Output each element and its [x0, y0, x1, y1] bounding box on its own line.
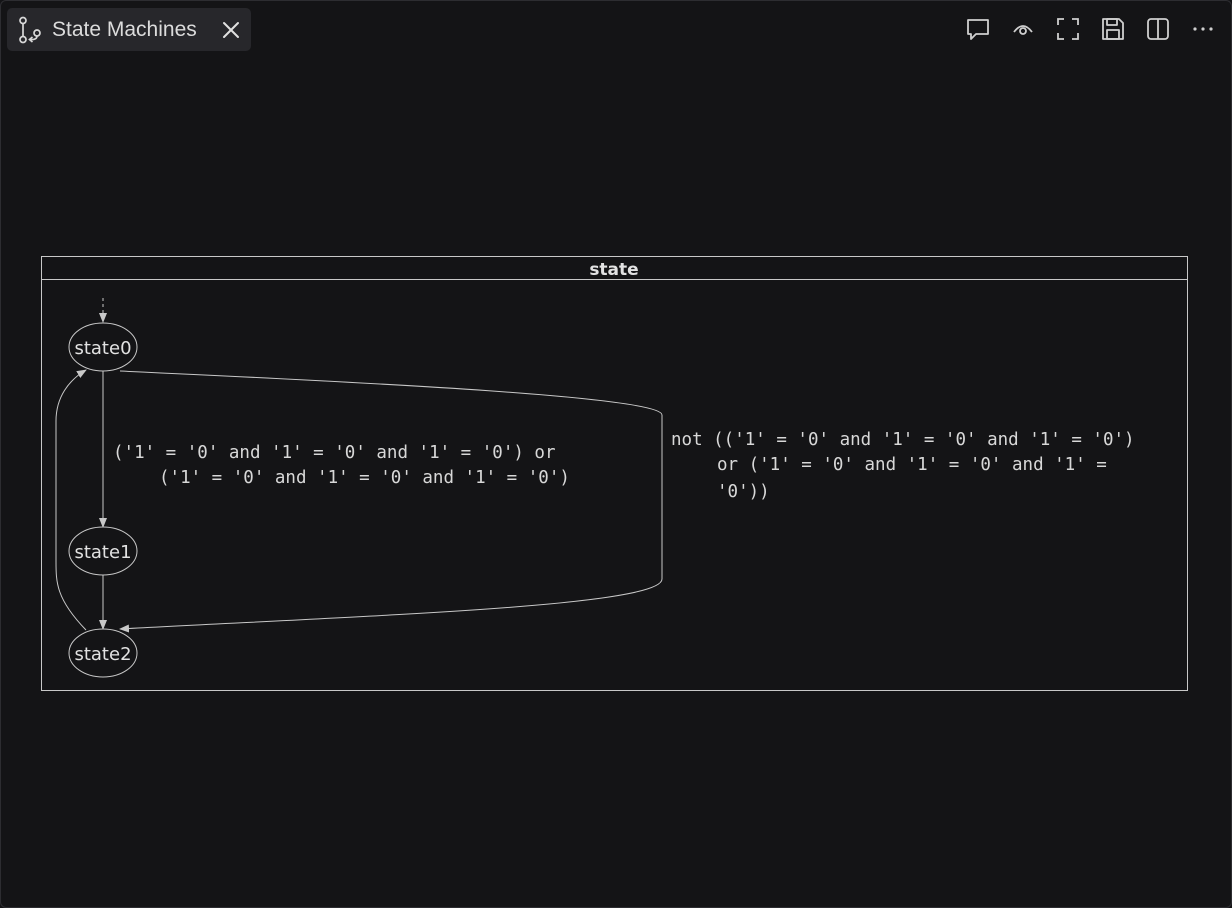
- state-node-state0[interactable]: state0: [68, 322, 138, 372]
- transition-label-state0-state1-line2: ('1' = '0' and '1' = '0' and '1' = '0'): [159, 468, 570, 488]
- state-machine-editor-window: State Machines state state0 state1 state…: [0, 0, 1232, 908]
- state-node-state2[interactable]: state2: [68, 628, 138, 678]
- state-node-label: state1: [74, 542, 131, 563]
- transition-label-state0-state1-line1: ('1' = '0' and '1' = '0' and '1' = '0') …: [113, 443, 556, 463]
- transition-state0-state2[interactable]: [119, 370, 663, 633]
- state-container-label: state: [589, 260, 638, 280]
- state-node-label: state0: [74, 338, 131, 359]
- transition-label-state0-state2-line1: not (('1' = '0' and '1' = '0' and '1' = …: [671, 430, 1135, 450]
- transition-label-state0-state2-line3: '0')): [717, 482, 770, 502]
- transition-label-state0-state2-line2: or ('1' = '0' and '1' = '0' and '1' =: [717, 455, 1107, 475]
- state-node-state1[interactable]: state1: [68, 526, 138, 576]
- transition-state2-state0[interactable]: [55, 369, 87, 631]
- state-node-label: state2: [74, 644, 131, 665]
- state-machine-diagram: state state0 state1 state2 ('1' = '0' an…: [41, 256, 1188, 691]
